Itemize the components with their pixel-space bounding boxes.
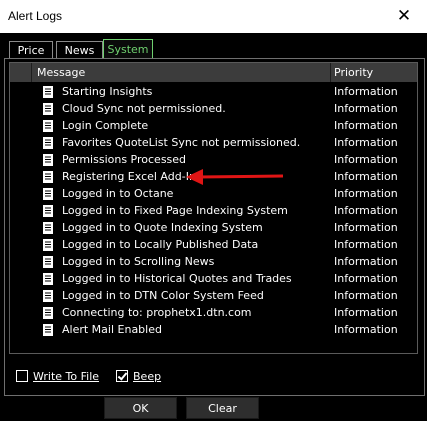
beep-label[interactable]: Beep xyxy=(133,370,161,383)
list-item[interactable]: Logged in to Fixed Page Indexing System I… xyxy=(10,202,417,219)
row-priority: Information xyxy=(334,204,398,217)
row-priority: Information xyxy=(334,306,398,319)
row-message: Logged in to Locally Published Data xyxy=(62,238,259,251)
ok-button[interactable]: OK xyxy=(104,397,177,419)
list-item[interactable]: Starting Insights Information xyxy=(10,83,417,100)
column-header-message[interactable]: Message xyxy=(37,66,85,79)
row-message: Cloud Sync not permissioned. xyxy=(62,102,226,115)
row-message: Favorites QuoteList Sync not permissione… xyxy=(62,136,301,149)
row-message: Registering Excel Add-In xyxy=(62,170,196,183)
list-item[interactable]: Permissions Processed Information xyxy=(10,151,417,168)
document-icon xyxy=(43,86,53,98)
row-priority: Information xyxy=(334,187,398,200)
list-item[interactable]: Cloud Sync not permissioned. Information xyxy=(10,100,417,117)
row-priority: Information xyxy=(334,136,398,149)
row-priority: Information xyxy=(334,323,398,336)
document-icon xyxy=(43,239,53,251)
document-icon xyxy=(43,171,53,183)
row-message: Starting Insights xyxy=(62,85,153,98)
row-priority: Information xyxy=(334,255,398,268)
row-message: Logged in to Scrolling News xyxy=(62,255,215,268)
document-icon xyxy=(43,103,53,115)
tab-system[interactable]: System xyxy=(103,39,153,59)
beep-option[interactable]: Beep xyxy=(116,369,161,383)
row-priority: Information xyxy=(334,153,398,166)
write-to-file-option[interactable]: Write To File xyxy=(16,369,99,383)
row-priority: Information xyxy=(334,238,398,251)
document-icon xyxy=(43,273,53,285)
row-priority: Information xyxy=(334,85,398,98)
tab-label: News xyxy=(64,44,95,57)
tab-news[interactable]: News xyxy=(56,41,103,59)
window-title: Alert Logs xyxy=(8,9,63,23)
list-item[interactable]: Login Complete Information xyxy=(10,117,417,134)
row-message: Alert Mail Enabled xyxy=(62,323,162,336)
list-item[interactable]: Logged in to Historical Quotes and Trade… xyxy=(10,270,417,287)
title-bar: Alert Logs ✕ xyxy=(0,0,427,33)
clear-button[interactable]: Clear xyxy=(186,397,259,419)
document-icon xyxy=(43,137,53,149)
row-message: Permissions Processed xyxy=(62,153,187,166)
document-icon xyxy=(43,256,53,268)
column-header-priority[interactable]: Priority xyxy=(334,66,373,79)
tab-label: Price xyxy=(17,44,45,57)
list-rows: Starting Insights Information Cloud Sync n… xyxy=(10,83,417,338)
close-button[interactable]: ✕ xyxy=(381,0,427,31)
row-priority: Information xyxy=(334,119,398,132)
list-item[interactable]: Logged in to DTN Color System Feed Inform… xyxy=(10,287,417,304)
close-icon: ✕ xyxy=(396,5,412,25)
row-priority: Information xyxy=(334,102,398,115)
row-message: Logged in to Octane xyxy=(62,187,174,200)
document-icon xyxy=(43,290,53,302)
column-divider[interactable] xyxy=(330,63,331,82)
write-to-file-checkbox[interactable] xyxy=(16,370,28,382)
row-message: Logged in to Historical Quotes and Trade… xyxy=(62,272,292,285)
document-icon xyxy=(43,222,53,234)
row-message: Logged in to DTN Color System Feed xyxy=(62,289,264,302)
document-icon xyxy=(43,307,53,319)
document-icon xyxy=(43,154,53,166)
document-icon xyxy=(43,188,53,200)
list-item[interactable]: Logged in to Octane Information xyxy=(10,185,417,202)
list-item[interactable]: Favorites QuoteList Sync not permissione… xyxy=(10,134,417,151)
row-selector-header[interactable] xyxy=(10,63,32,82)
list-item[interactable]: Connecting to: prophetx1.dtn.com Informat… xyxy=(10,304,417,321)
row-priority: Information xyxy=(334,221,398,234)
list-item[interactable]: Logged in to Locally Published Data Infor… xyxy=(10,236,417,253)
row-message: Connecting to: prophetx1.dtn.com xyxy=(62,306,252,319)
red-arrow-icon xyxy=(186,169,284,185)
row-priority: Information xyxy=(334,170,398,183)
tab-price[interactable]: Price xyxy=(9,41,53,59)
document-icon xyxy=(43,120,53,132)
row-message: Login Complete xyxy=(62,119,149,132)
row-priority: Information xyxy=(334,289,398,302)
row-message: Logged in to Fixed Page Indexing System xyxy=(62,204,288,217)
list-header: Message Priority xyxy=(10,63,417,82)
list-item[interactable]: Logged in to Quote Indexing System Inform… xyxy=(10,219,417,236)
document-icon xyxy=(43,205,53,217)
list-item[interactable]: Alert Mail Enabled Information xyxy=(10,321,417,338)
row-message: Logged in to Quote Indexing System xyxy=(62,221,263,234)
write-to-file-label[interactable]: Write To File xyxy=(33,370,99,383)
list-item[interactable]: Logged in to Scrolling News Information xyxy=(10,253,417,270)
document-icon xyxy=(43,324,53,336)
alert-log-list[interactable]: Message Priority Starting Insights Inform… xyxy=(9,62,418,354)
tab-label: System xyxy=(107,43,149,56)
row-priority: Information xyxy=(334,272,398,285)
beep-checkbox[interactable] xyxy=(116,370,128,382)
